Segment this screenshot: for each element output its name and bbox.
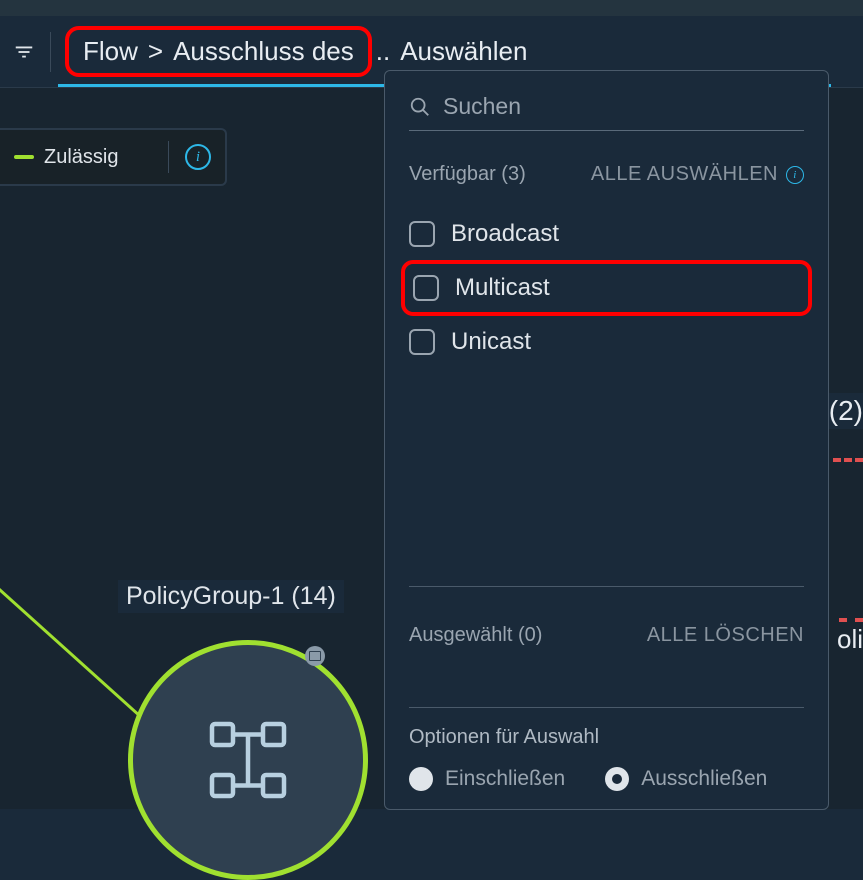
option-label: Broadcast — [451, 220, 559, 248]
option-broadcast[interactable]: Broadcast — [409, 210, 804, 258]
radio-exclude-label: Ausschließen — [641, 767, 767, 791]
radio-icon — [409, 767, 433, 791]
legend-allowed-label: Zulässig — [44, 146, 152, 169]
available-label: Verfügbar (3) — [409, 163, 526, 186]
breadcrumb-ellipsis: .. — [376, 36, 390, 67]
search-input[interactable] — [443, 93, 804, 120]
divider — [50, 32, 51, 72]
graph-edge-blocked — [839, 618, 863, 622]
top-strip — [0, 0, 863, 16]
legend-box: Zulässig i — [0, 128, 227, 186]
radio-group: Einschließen Ausschließen — [409, 767, 804, 791]
radio-icon — [605, 767, 629, 791]
legend-allowed-swatch — [14, 155, 34, 159]
graph-edge-blocked — [833, 458, 863, 462]
selection-options-title: Optionen für Auswahl — [409, 726, 804, 749]
node-badge-icon[interactable] — [305, 646, 325, 666]
option-label: Multicast — [455, 274, 550, 302]
option-label: Unicast — [451, 328, 531, 356]
info-icon[interactable]: i — [185, 144, 211, 170]
right-partial-label: oli — [837, 624, 863, 655]
radio-include[interactable]: Einschließen — [409, 767, 565, 791]
checkbox-icon[interactable] — [409, 221, 435, 247]
select-all-label: ALLE AUSWÄHLEN — [591, 163, 778, 186]
breadcrumb-exclusion: Ausschluss des — [173, 36, 354, 67]
main-canvas: Zulässig i PolicyGroup-1 (14) (2) oli — [0, 88, 863, 809]
selected-label: Ausgewählt (0) — [409, 624, 542, 647]
checkbox-icon[interactable] — [413, 275, 439, 301]
divider — [409, 707, 804, 708]
selected-header: Ausgewählt (0) ALLE LÖSCHEN — [409, 605, 804, 665]
checkbox-icon[interactable] — [409, 329, 435, 355]
radio-include-label: Einschließen — [445, 767, 565, 791]
select-all-button[interactable]: ALLE AUSWÄHLEN i — [591, 163, 804, 186]
topology-icon — [203, 715, 293, 805]
info-icon[interactable]: i — [786, 166, 804, 184]
option-unicast[interactable]: Unicast — [409, 318, 804, 366]
clear-all-button[interactable]: ALLE LÖSCHEN — [647, 624, 804, 647]
filter-dropdown-panel: Verfügbar (3) ALLE AUSWÄHLEN i Broadcast… — [384, 70, 829, 810]
breadcrumb-flow: Flow — [83, 36, 138, 67]
divider — [409, 586, 804, 587]
available-header: Verfügbar (3) ALLE AUSWÄHLEN i — [409, 163, 804, 186]
search-row — [409, 93, 804, 131]
graph-node[interactable] — [128, 640, 368, 880]
divider — [168, 141, 169, 173]
header-select-label[interactable]: Auswählen — [400, 36, 527, 67]
graph-node-label[interactable]: PolicyGroup-1 (14) — [118, 580, 344, 613]
breadcrumb-sep: > — [148, 36, 163, 67]
clear-all-label: ALLE LÖSCHEN — [647, 624, 804, 647]
breadcrumb[interactable]: Flow > Ausschluss des — [65, 26, 372, 77]
filter-icon[interactable] — [12, 40, 36, 64]
radio-exclude[interactable]: Ausschließen — [605, 767, 767, 791]
option-multicast[interactable]: Multicast — [401, 260, 812, 316]
search-icon — [409, 96, 431, 118]
